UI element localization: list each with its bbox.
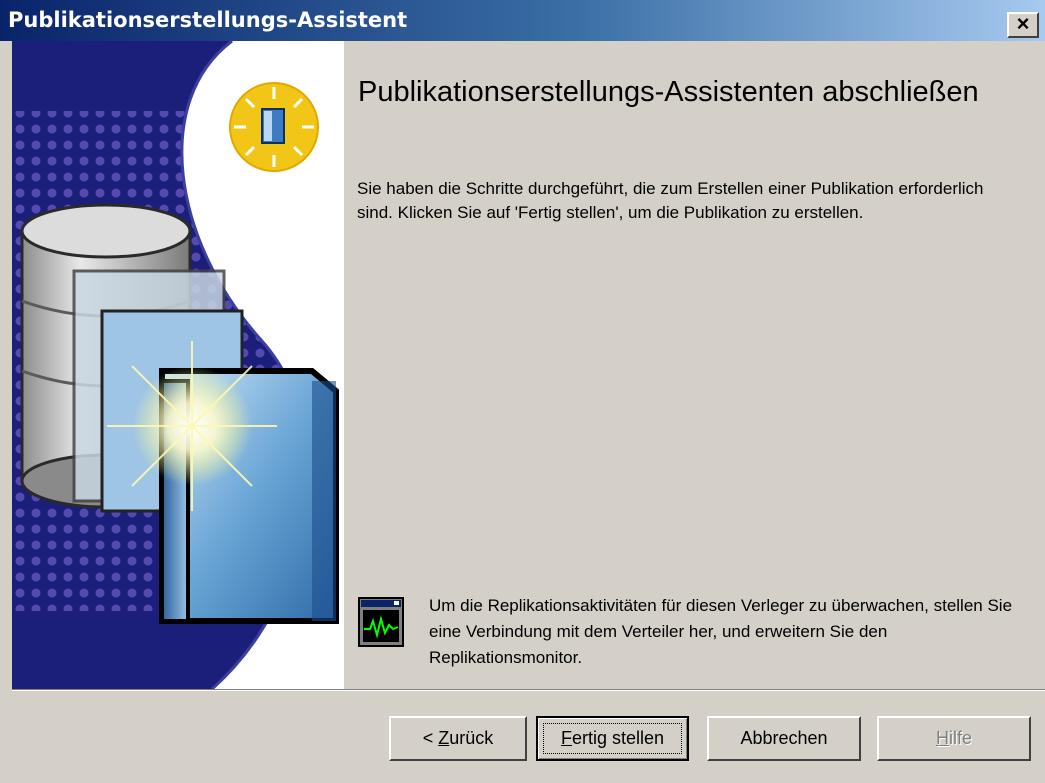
close-button[interactable]: × [1007, 11, 1039, 38]
cancel-button-label: Abbrechen [740, 728, 828, 748]
help-button-rest: ilfe [948, 728, 972, 748]
database-book-illustration [12, 41, 344, 689]
book-sun-icon [229, 82, 319, 172]
finish-button[interactable]: Fertig stellen [536, 716, 689, 761]
back-button-accel: Z [438, 728, 450, 748]
close-icon: × [1016, 11, 1030, 36]
title-bar[interactable]: Publikationserstellungs-Assistent × [0, 0, 1045, 41]
help-button-accel: H [935, 728, 949, 748]
cancel-button[interactable]: Abbrechen [707, 716, 861, 761]
focus-rectangle [543, 723, 682, 754]
back-button-rest: urück [449, 728, 494, 748]
separator-line-highlight [12, 690, 1045, 691]
window-title: Publikationserstellungs-Assistent [8, 8, 408, 32]
back-button[interactable]: < Zurück [389, 716, 527, 761]
performance-monitor-icon [358, 597, 404, 647]
wizard-window: Publikationserstellungs-Assistent × Publ… [0, 0, 1045, 783]
wizard-content: Publikationserstellungs-Assistenten absc… [344, 41, 1045, 689]
monitor-note: Um die Replikationsaktivitäten für diese… [429, 596, 1013, 667]
wizard-banner-illustration [12, 41, 344, 689]
page-title: Publikationserstellungs-Assistenten absc… [358, 76, 979, 108]
completion-description: Sie haben die Schritte durchgeführt, die… [357, 179, 984, 222]
help-button[interactable]: Hilfe [877, 716, 1031, 761]
back-button-prefix: < [422, 728, 439, 748]
